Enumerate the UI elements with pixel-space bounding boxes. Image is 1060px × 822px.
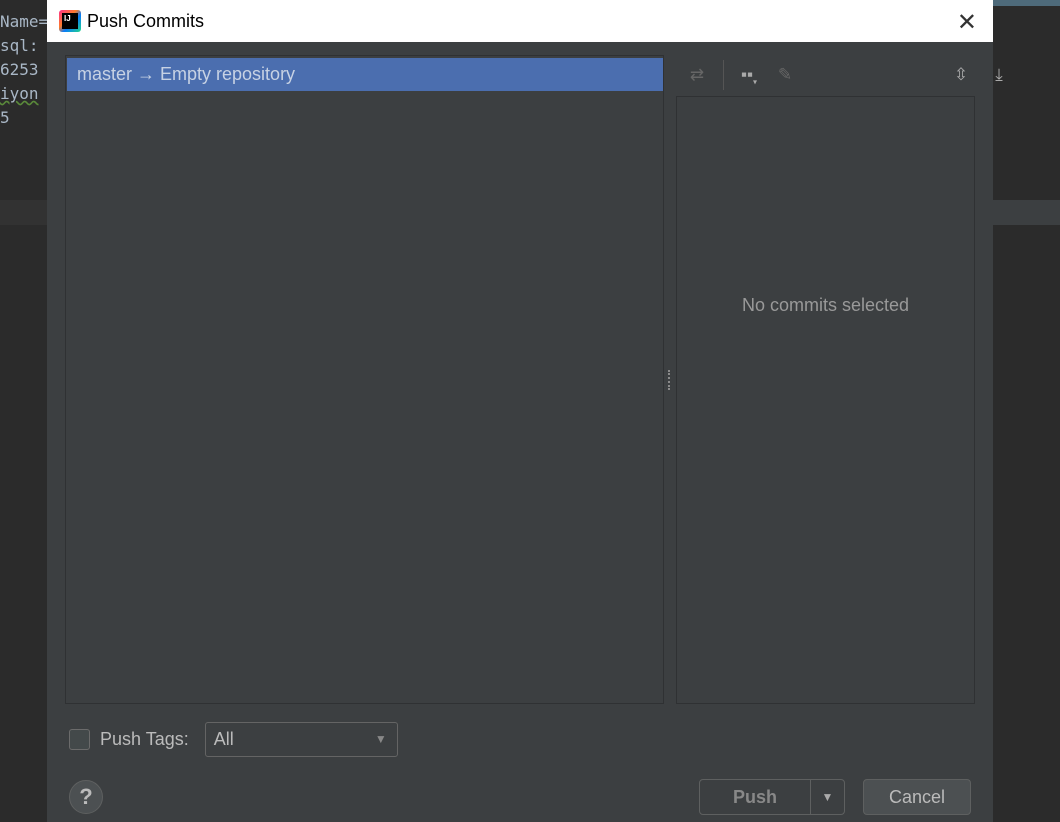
repositories-tree[interactable]: master → Empty repository — [65, 55, 664, 704]
push-commits-dialog: IJ Push Commits ✕ master → Empty reposit… — [47, 0, 1003, 822]
details-toolbar: ⇄ ▪▪▾ ✎ ⇳ ⤓ — [676, 58, 1003, 92]
cancel-button[interactable]: Cancel — [863, 779, 971, 815]
push-split-button: Push ▼ — [699, 779, 845, 815]
title-bar: IJ Push Commits ✕ — [47, 0, 993, 42]
close-icon[interactable]: ✕ — [957, 8, 977, 37]
repo-row[interactable]: master → Empty repository — [67, 58, 663, 91]
editor-code: Name= sql: 6253 iyon 5 — [0, 10, 48, 130]
background-editor: Name= sql: 6253 iyon 5 — [0, 0, 48, 822]
commit-details-panel: No commits selected — [676, 96, 975, 704]
group-by-icon[interactable]: ▪▪▾ — [736, 62, 762, 88]
help-button[interactable]: ? — [69, 780, 103, 814]
code-line: iyon — [0, 84, 39, 103]
code-line: sql: — [0, 36, 39, 55]
select-value: All — [213, 729, 234, 749]
toolbar-separator — [723, 60, 724, 90]
edit-icon[interactable]: ✎ — [772, 62, 798, 88]
push-tags-label: Push Tags: — [100, 729, 189, 749]
background-ide — [993, 0, 1060, 822]
code-line: 5 — [0, 108, 10, 127]
dialog-title: Push Commits — [87, 10, 205, 31]
chevron-down-icon: ▼ — [374, 732, 387, 746]
collapse-all-icon[interactable]: ⤓ — [986, 62, 1012, 88]
splitter-handle[interactable] — [668, 370, 671, 390]
push-button[interactable]: Push — [700, 780, 811, 814]
code-line: 6253 — [0, 60, 39, 79]
merge-icon[interactable]: ⇄ — [684, 62, 710, 88]
push-tags-select[interactable]: All ▼ — [204, 722, 398, 757]
push-options-dropdown-icon[interactable]: ▼ — [811, 780, 844, 814]
empty-state-text: No commits selected — [741, 295, 910, 315]
expand-all-icon[interactable]: ⇳ — [948, 62, 974, 88]
intellij-logo-icon: IJ — [59, 10, 81, 32]
push-tags-row: Push Tags: All ▼ — [69, 722, 398, 757]
push-tags-checkbox[interactable] — [69, 729, 90, 750]
editor-current-line — [0, 200, 47, 225]
code-line: Name= — [0, 12, 49, 31]
